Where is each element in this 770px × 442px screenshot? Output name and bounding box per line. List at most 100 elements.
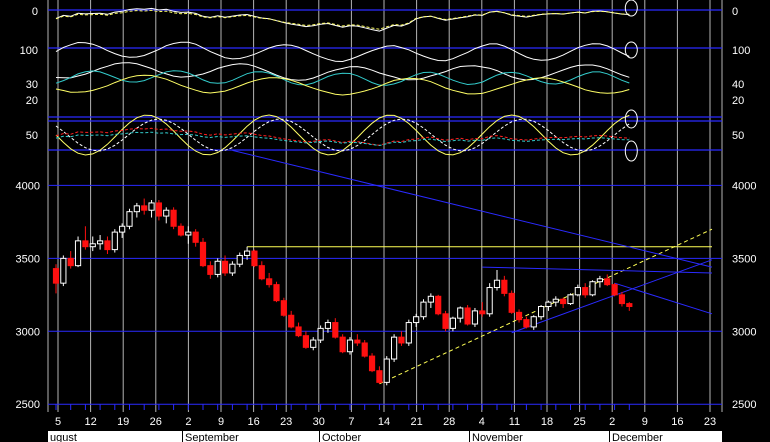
candle-body	[52, 268, 60, 284]
candle-body	[221, 260, 229, 274]
candle-body	[538, 306, 545, 318]
end-marker-ellipse	[624, 0, 638, 17]
candle-body	[148, 202, 155, 211]
end-marker-ellipse	[624, 41, 638, 59]
candle-body	[626, 303, 633, 308]
candle-body	[288, 314, 295, 328]
x-tick-label: 12	[84, 416, 96, 428]
x-tick-label: 16	[247, 416, 259, 428]
x-tick-label: 7	[348, 416, 354, 428]
x-tick-label: 19	[117, 416, 129, 428]
x-tick-label: 4	[479, 416, 485, 428]
candle-body	[258, 265, 265, 280]
candle-body	[596, 278, 603, 283]
candle-body	[501, 279, 508, 294]
month-label: November	[472, 432, 523, 442]
candle-body	[346, 339, 354, 353]
candle-body	[155, 202, 163, 217]
x-tick-label: 30	[313, 416, 325, 428]
month-label: October	[322, 432, 361, 442]
candle-body	[368, 355, 376, 372]
candle-body	[464, 307, 471, 325]
candle-body	[582, 287, 589, 296]
price-axis-label-right: 2500	[732, 399, 756, 411]
candle-body	[427, 295, 434, 303]
candle-body	[376, 370, 383, 383]
end-marker-ellipse	[624, 109, 638, 129]
candle-body	[618, 294, 626, 305]
candle-body	[332, 322, 339, 338]
indicator-axis-label-right: 40	[732, 79, 744, 91]
price-axis-label-left: 4000	[16, 180, 40, 192]
indicator-axis-label-left: 30	[26, 79, 38, 91]
downtrend-line	[232, 149, 713, 268]
candle-body	[273, 284, 280, 302]
candle-body	[236, 254, 243, 265]
oscillator-slow	[55, 118, 630, 152]
candle-body	[141, 205, 148, 211]
candle-body	[244, 250, 251, 256]
candle-body	[60, 257, 67, 284]
candle-body	[471, 310, 479, 325]
candle-body	[486, 287, 493, 315]
candle-body	[420, 301, 427, 318]
candle-body	[170, 209, 177, 227]
price-axis-label-left: 2500	[16, 399, 40, 411]
candle-body	[97, 240, 104, 245]
candle-body	[560, 298, 567, 305]
x-tick-label: 26	[150, 416, 162, 428]
candle-body	[523, 319, 530, 328]
candle-body	[192, 231, 199, 243]
candle-body	[251, 250, 258, 267]
price-axis-label-left: 3000	[16, 326, 40, 338]
x-tick-label: 2	[609, 416, 615, 428]
indicator-line-f	[55, 74, 630, 96]
indicator-axis-label-left: 20	[26, 95, 38, 107]
indicator-axis-label-left: 50	[26, 130, 38, 142]
price-axis-label-right: 3500	[732, 253, 756, 265]
candle-body	[479, 310, 486, 315]
candle-body	[177, 225, 185, 236]
month-label: September	[185, 432, 239, 442]
x-tick-label: 5	[55, 416, 61, 428]
candle-body	[163, 209, 170, 217]
candle-body	[530, 316, 537, 328]
indicator-axis-label-left: 0	[32, 6, 38, 18]
candle-body	[413, 316, 420, 324]
candle-body	[295, 326, 302, 337]
candle-body	[457, 307, 464, 319]
candle-body	[133, 205, 140, 213]
price-axis-label-left: 3500	[16, 253, 40, 265]
candle-body	[442, 313, 449, 329]
x-tick-label: 11	[509, 416, 520, 428]
candle-body	[111, 231, 118, 251]
candle-body	[324, 322, 332, 329]
price-axis-label-right: 3000	[732, 326, 756, 338]
month-label: December	[612, 432, 663, 442]
indicator-axis-label-right: 20	[732, 95, 744, 107]
x-tick-label: 23	[280, 416, 292, 428]
indicator-line-a	[55, 7, 630, 32]
candle-body	[185, 231, 192, 236]
candle-body	[515, 311, 523, 321]
candle-body	[280, 300, 287, 316]
candle-body	[383, 358, 390, 383]
candle-body	[604, 278, 611, 286]
candle-body	[89, 243, 96, 248]
x-tick-label: 14	[378, 416, 390, 428]
x-tick-label: 18	[541, 416, 553, 428]
candle-body	[266, 278, 273, 286]
end-marker-ellipse	[624, 140, 638, 162]
indicator-axis-label-right: 50	[732, 130, 744, 142]
stock-chart: 4000 40003500 35003000 30002500 250001003020…	[16, 0, 756, 442]
oscillator-base	[55, 131, 630, 147]
candle-body	[589, 281, 596, 296]
candle-body	[74, 240, 82, 267]
x-tick-label: 9	[642, 416, 648, 428]
candle-body	[574, 287, 581, 296]
x-tick-label: 16	[671, 416, 683, 428]
candle-body	[493, 279, 501, 289]
indicator-line-c	[55, 41, 630, 63]
candle-body	[398, 336, 405, 344]
candle-body	[545, 301, 552, 308]
